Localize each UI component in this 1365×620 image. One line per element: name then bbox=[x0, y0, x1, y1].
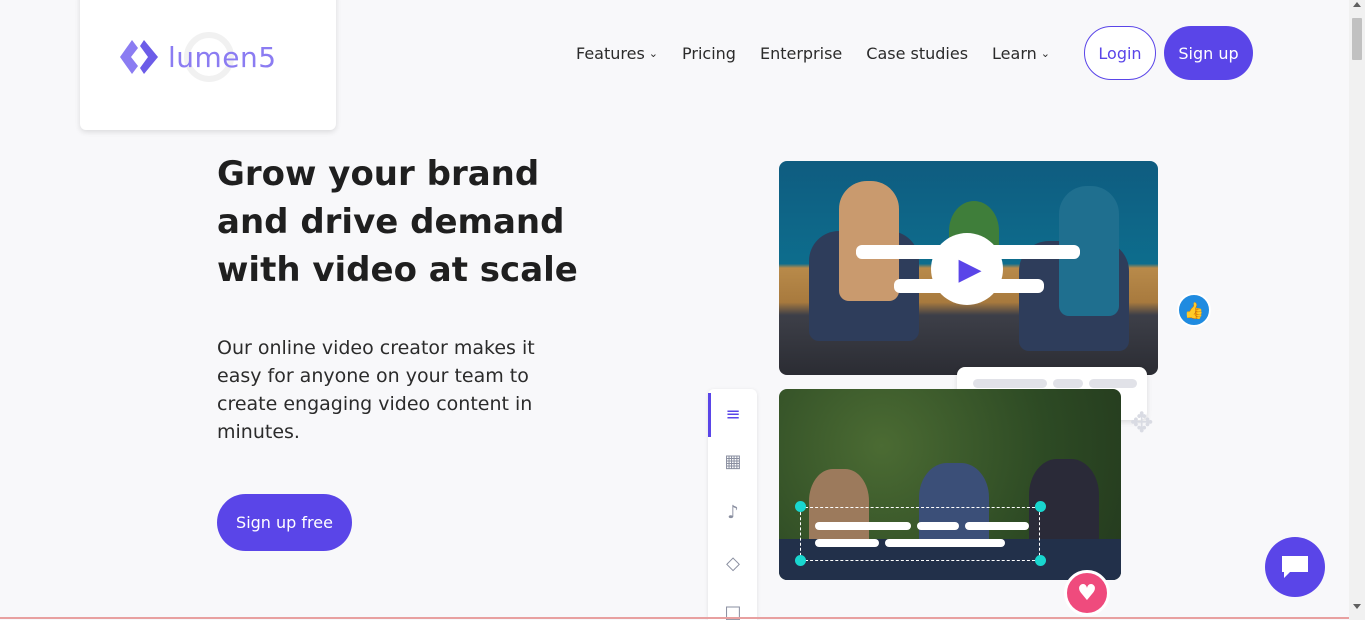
page-bottom-edge bbox=[0, 617, 1349, 619]
nav-item-label: Enterprise bbox=[759, 43, 843, 63]
signup-free-button[interactable]: Sign up free bbox=[217, 494, 352, 551]
play-icon[interactable]: ▶ bbox=[931, 233, 1003, 305]
hero-subtitle: Our online video creator makes it easy f… bbox=[217, 337, 535, 443]
thumbs-up-icon: 👍 bbox=[1177, 293, 1211, 327]
resize-handle[interactable] bbox=[1035, 501, 1046, 512]
move-icon: ✥ bbox=[1130, 406, 1154, 439]
scroll-up-icon[interactable] bbox=[1353, 2, 1361, 7]
scroll-down-icon[interactable] bbox=[1353, 604, 1361, 609]
nav-item-features[interactable]: Features ⌄ bbox=[576, 44, 658, 63]
signup-button[interactable]: Sign up bbox=[1164, 26, 1253, 80]
main-nav: Features ⌄ Pricing Enterprise Case studi… bbox=[576, 26, 1074, 80]
music-tool-icon[interactable]: ♪ bbox=[722, 501, 744, 523]
nav-item-label: Pricing bbox=[682, 43, 736, 63]
text-selection-box[interactable] bbox=[800, 507, 1040, 561]
image-tool-icon[interactable]: ▦ bbox=[722, 450, 744, 472]
video-preview-main[interactable]: ▶ bbox=[779, 161, 1158, 375]
resize-handle[interactable] bbox=[795, 501, 806, 512]
scene-person bbox=[839, 181, 899, 301]
hero-title: Grow your brand and drive demand with vi… bbox=[217, 154, 578, 290]
chevron-down-icon: ⌄ bbox=[1040, 46, 1050, 60]
nav-item-enterprise[interactable]: Enterprise bbox=[760, 44, 842, 63]
caption-line bbox=[1089, 379, 1137, 388]
caption-line bbox=[1053, 379, 1083, 388]
heart-icon: ♥ bbox=[1064, 570, 1110, 616]
brand-name: lumen5 bbox=[168, 40, 277, 74]
scroll-thumb[interactable] bbox=[1352, 18, 1362, 60]
nav-item-label: Learn bbox=[992, 43, 1037, 63]
chevron-down-icon: ⌄ bbox=[648, 46, 659, 60]
nav-item-label: Features bbox=[576, 43, 645, 63]
nav-item-case-studies[interactable]: Case studies bbox=[866, 44, 968, 63]
text-tool-icon[interactable]: ≡ bbox=[722, 403, 744, 425]
resize-handle[interactable] bbox=[795, 555, 806, 566]
brand-logo[interactable]: lumen5 bbox=[118, 36, 277, 78]
nav-item-label: Case studies bbox=[866, 43, 969, 63]
resize-handle[interactable] bbox=[1035, 555, 1046, 566]
login-button[interactable]: Login bbox=[1084, 26, 1156, 80]
nav-item-learn[interactable]: Learn ⌄ bbox=[992, 44, 1050, 63]
chat-bubble-icon bbox=[1282, 556, 1308, 578]
chat-launcher-button[interactable] bbox=[1265, 537, 1325, 597]
nav-item-pricing[interactable]: Pricing bbox=[682, 44, 736, 63]
editor-toolbar: ≡ ▦ ♪ ◇ □ bbox=[708, 389, 757, 620]
caption-line bbox=[973, 379, 1047, 388]
page-scrollbar[interactable] bbox=[1349, 0, 1365, 620]
active-tool-indicator bbox=[708, 393, 711, 437]
style-tool-icon[interactable]: ◇ bbox=[722, 552, 744, 574]
lumen5-logo-icon bbox=[120, 40, 158, 74]
